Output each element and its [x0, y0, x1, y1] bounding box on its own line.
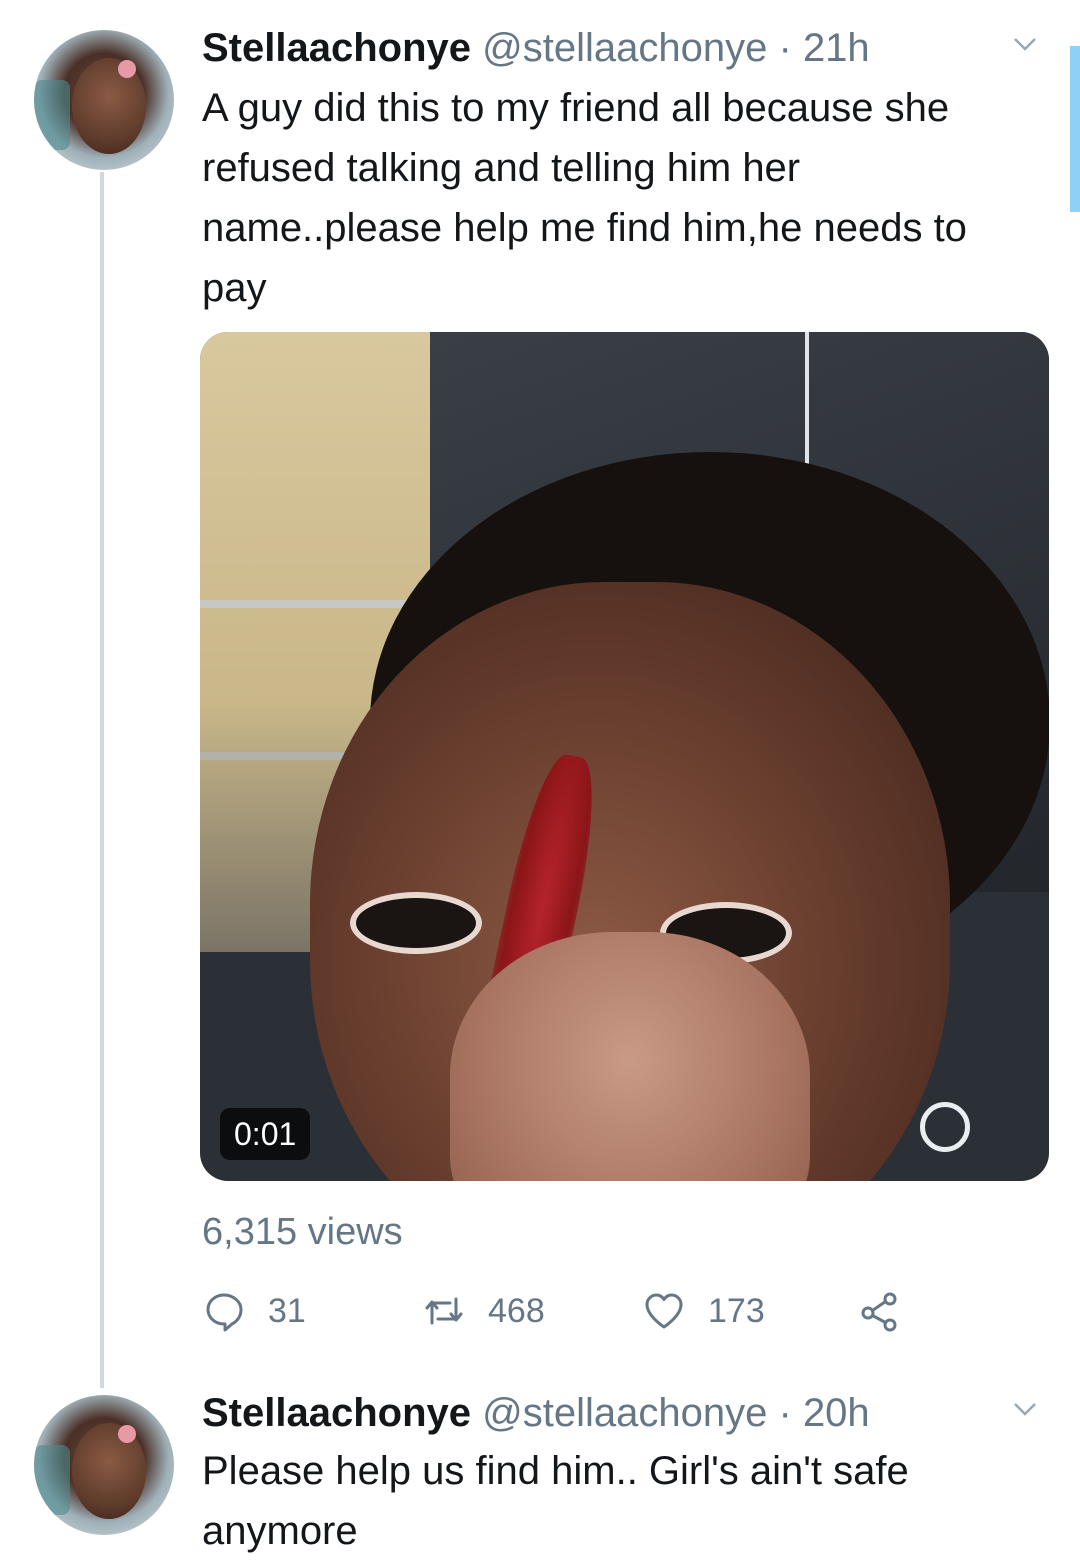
- tweet-text: Please help us find him.. Girl's ain't s…: [202, 1449, 909, 1553]
- reply-icon: [202, 1289, 246, 1333]
- display-name[interactable]: Stellaachonye: [202, 1391, 471, 1435]
- avatar-accessory: [118, 60, 136, 78]
- like-count: 173: [708, 1291, 765, 1330]
- video-duration-badge: 0:01: [220, 1108, 311, 1160]
- timestamp[interactable]: 21h: [803, 26, 870, 70]
- handle[interactable]: @stellaachonye: [482, 1391, 767, 1435]
- retweet-count: 468: [488, 1291, 545, 1330]
- video-player[interactable]: 0:01: [200, 332, 1049, 1181]
- video-frame-earring: [920, 1102, 970, 1152]
- tweet-header: Stellaachonye @stellaachonye · 21h: [202, 24, 870, 72]
- chevron-down-icon[interactable]: [1010, 28, 1040, 68]
- view-count: 6,315 views: [202, 1211, 403, 1253]
- avatar-background: [34, 1445, 70, 1515]
- reply-button[interactable]: 31: [202, 1284, 306, 1338]
- retweet-icon: [422, 1289, 466, 1333]
- tweet-header: Stellaachonye @stellaachonye · 20h: [202, 1389, 870, 1437]
- timestamp[interactable]: 20h: [803, 1391, 870, 1435]
- video-frame-hand: [450, 932, 810, 1181]
- tweet[interactable]: Stellaachonye @stellaachonye · 20h Pleas…: [0, 1385, 1080, 1568]
- chevron-down-icon[interactable]: [1010, 1393, 1040, 1433]
- avatar[interactable]: [34, 1395, 174, 1535]
- action-bar: 31 468 173: [202, 1284, 922, 1338]
- tweet-text: A guy did this to my friend all because …: [202, 86, 967, 310]
- avatar-background: [34, 80, 70, 150]
- tweet[interactable]: Stellaachonye @stellaachonye · 21h A guy…: [0, 0, 1080, 1388]
- separator: ·: [778, 1391, 792, 1435]
- avatar[interactable]: [34, 30, 174, 170]
- thread-line: [100, 172, 104, 1388]
- heart-icon: [642, 1289, 686, 1333]
- display-name[interactable]: Stellaachonye: [202, 26, 471, 70]
- separator: ·: [778, 26, 792, 70]
- reply-count: 31: [268, 1291, 306, 1330]
- share-button[interactable]: [858, 1284, 902, 1338]
- retweet-button[interactable]: 468: [422, 1284, 545, 1338]
- video-frame-eye: [350, 892, 482, 954]
- avatar-accessory: [118, 1425, 136, 1443]
- handle[interactable]: @stellaachonye: [482, 26, 767, 70]
- share-icon: [858, 1289, 902, 1333]
- like-button[interactable]: 173: [642, 1284, 765, 1338]
